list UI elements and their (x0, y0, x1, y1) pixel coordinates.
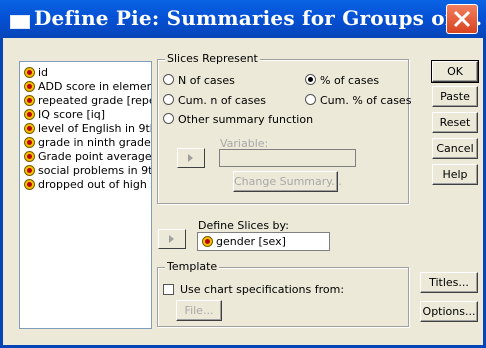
radio-dot (163, 113, 174, 124)
define-slices-field[interactable]: gender [sex] (197, 232, 330, 251)
radio-other-summary[interactable]: Other summary function (163, 113, 313, 126)
numeric-variable-icon (24, 137, 35, 148)
file-button[interactable]: File... (176, 300, 222, 321)
list-item[interactable]: id (24, 66, 48, 79)
list-item[interactable]: repeated grade [repeat] (24, 94, 151, 107)
radio-pct-of-cases[interactable]: % of cases (305, 74, 379, 87)
numeric-variable-icon (24, 123, 35, 134)
use-chart-spec-label: Use chart specifications from: (180, 283, 345, 296)
radio-cum-n-of-cases[interactable]: Cum. n of cases (163, 94, 266, 107)
list-item[interactable]: social problems in 9th g (24, 164, 151, 177)
change-summary-button[interactable]: Change Summary... (233, 171, 342, 192)
use-chart-spec-checkbox[interactable] (163, 284, 174, 295)
define-slices-label: Define Slices by: (198, 219, 289, 232)
move-to-define-slices-button[interactable] (158, 229, 186, 249)
slices-represent-label: Slices Represent (165, 52, 260, 65)
list-item[interactable]: dropped out of high sch (24, 178, 151, 191)
list-item[interactable]: level of English in 9th g (24, 122, 151, 135)
title-bar: Define Pie: Summaries for Groups of ... (0, 0, 486, 38)
list-item[interactable]: Grade point average in (24, 150, 151, 163)
template-label: Template (165, 260, 220, 273)
radio-dot (305, 94, 316, 105)
radio-cum-pct-of-cases[interactable]: Cum. % of cases (305, 94, 411, 107)
arrow-right-icon (169, 235, 174, 243)
help-button[interactable]: Help (432, 164, 478, 185)
numeric-variable-icon (24, 151, 35, 162)
window-title: Define Pie: Summaries for Groups of ... (34, 6, 483, 30)
numeric-variable-icon (24, 81, 35, 92)
numeric-variable-icon (24, 109, 35, 120)
numeric-variable-icon (24, 165, 35, 176)
variable-list[interactable]: id ADD score in elementa repeated grade … (19, 61, 152, 329)
arrow-right-icon (188, 154, 193, 162)
radio-dot (163, 94, 174, 105)
cancel-button[interactable]: Cancel (432, 138, 478, 159)
titles-button[interactable]: Titles... (420, 272, 478, 293)
window-icon (10, 15, 30, 29)
list-item[interactable]: grade in ninth grade En (24, 136, 151, 149)
list-item[interactable]: IQ score [iq] (24, 108, 105, 121)
numeric-variable-icon (202, 236, 213, 247)
close-button[interactable] (446, 4, 478, 34)
close-icon (453, 10, 471, 28)
numeric-variable-icon (24, 95, 35, 106)
radio-dot-selected (305, 74, 316, 85)
numeric-variable-icon (24, 67, 35, 78)
numeric-variable-icon (24, 179, 35, 190)
paste-button[interactable]: Paste (432, 86, 478, 107)
reset-button[interactable]: Reset (432, 112, 478, 133)
ok-button[interactable]: OK (431, 60, 479, 83)
options-button[interactable]: Options... (420, 301, 478, 322)
move-variable-button[interactable] (177, 148, 205, 168)
radio-n-of-cases[interactable]: N of cases (163, 74, 235, 87)
variable-field[interactable] (219, 149, 356, 167)
list-item[interactable]: ADD score in elementa (24, 80, 151, 93)
radio-dot (163, 74, 174, 85)
